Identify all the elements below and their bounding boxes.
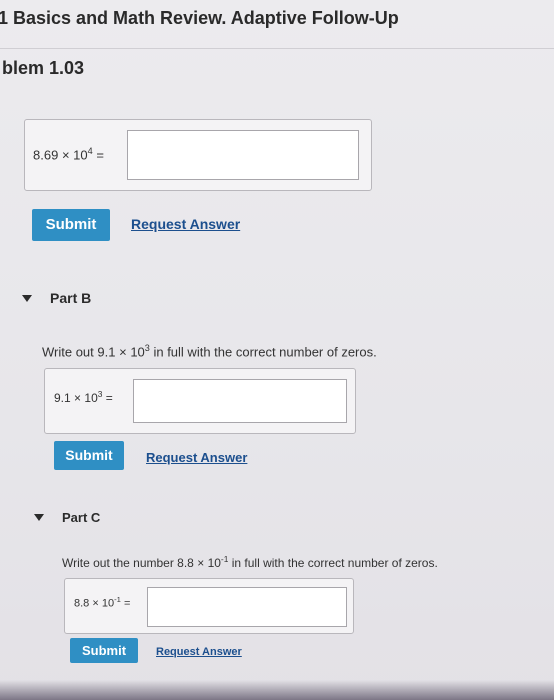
times-symbol: ×	[61, 147, 70, 163]
base-ten: 10	[73, 147, 88, 163]
part-a-answer-box: 8.69 × 104 =	[24, 119, 372, 191]
part-c-mantissa: 8.8	[74, 597, 90, 610]
part-a-answer-input[interactable]	[127, 130, 359, 180]
part-a-request-answer-link[interactable]: Request Answer	[131, 216, 240, 232]
caret-down-icon	[22, 294, 32, 302]
part-c-title: Part C	[62, 510, 101, 525]
part-c-answer-input[interactable]	[147, 587, 347, 627]
header-divider	[0, 48, 554, 49]
part-a-mantissa: 8.69	[33, 147, 59, 163]
base-ten: 10	[84, 391, 98, 405]
part-c-expression: 8.8 × 10-1 =	[74, 595, 130, 610]
part-b-instruction-suffix: in full with the correct number of zeros…	[153, 344, 377, 360]
part-c-submit-button[interactable]: Submit	[70, 638, 138, 663]
part-c-instruction-suffix: in full with the correct number of zeros…	[231, 556, 438, 570]
part-b-header[interactable]: Part B	[22, 290, 91, 306]
part-b-answer-input[interactable]	[133, 379, 347, 423]
part-b-exponent: 3	[97, 389, 103, 399]
part-a-exponent: 4	[87, 146, 93, 156]
part-b-request-answer-link[interactable]: Request Answer	[146, 450, 247, 465]
times-symbol: ×	[74, 391, 82, 405]
part-b-answer-box: 9.1 × 103 =	[44, 368, 356, 434]
part-c-request-answer-link[interactable]: Request Answer	[156, 646, 242, 658]
part-a-expression: 8.69 × 104 =	[33, 146, 104, 162]
part-b-submit-button[interactable]: Submit	[54, 441, 124, 470]
page-header: 1 Basics and Math Review. Adaptive Follo…	[0, 0, 554, 52]
part-c-instruction-exponent: -1	[220, 554, 229, 564]
times-symbol: ×	[119, 344, 127, 360]
equals-symbol: =	[96, 147, 104, 163]
part-b-instruction-prefix: Write out 9.1	[42, 344, 116, 360]
part-b-title: Part B	[50, 290, 92, 306]
part-c-header[interactable]: Part C	[34, 510, 100, 525]
part-b-instruction-exponent: 3	[144, 343, 150, 353]
part-a-submit-button[interactable]: Submit	[32, 209, 110, 241]
part-b-instruction: Write out 9.1 × 103 in full with the cor…	[42, 343, 377, 359]
equals-symbol: =	[124, 597, 131, 610]
bottom-shadow	[0, 680, 554, 700]
problem-title: blem 1.03	[2, 58, 85, 78]
base-ten: 10	[207, 556, 221, 570]
times-symbol: ×	[92, 597, 99, 610]
page-title: 1 Basics and Math Review. Adaptive Follo…	[0, 8, 399, 28]
caret-down-icon	[34, 514, 44, 521]
part-c-answer-box: 8.8 × 10-1 =	[64, 578, 354, 634]
part-c-instruction: Write out the number 8.8 × 10-1 in full …	[62, 554, 438, 570]
base-ten: 10	[130, 344, 145, 360]
page: 1 Basics and Math Review. Adaptive Follo…	[0, 0, 554, 700]
part-c-exponent: -1	[114, 595, 121, 604]
part-b-expression: 9.1 × 103 =	[54, 389, 113, 405]
part-b-mantissa: 9.1	[54, 391, 71, 405]
base-ten: 10	[101, 597, 115, 610]
part-c-instruction-prefix: Write out the number 8.8	[62, 556, 194, 570]
equals-symbol: =	[105, 391, 113, 405]
times-symbol: ×	[197, 556, 205, 570]
